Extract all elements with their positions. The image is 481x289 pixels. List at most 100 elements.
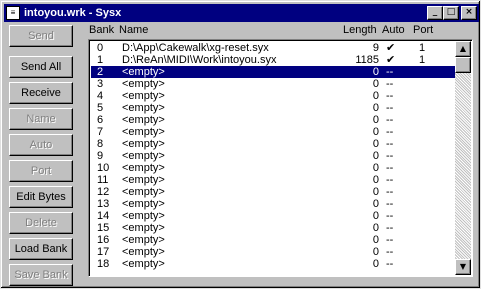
auto-cell: -- xyxy=(386,78,394,90)
length-cell: 0 xyxy=(372,198,379,210)
length-cell: 1185 xyxy=(355,54,379,66)
name-cell: <empty> xyxy=(122,162,165,174)
send-all-button[interactable]: Send All xyxy=(9,56,73,78)
auto-cell: -- xyxy=(386,102,394,114)
bank-cell: 5 xyxy=(97,102,104,114)
name-cell: <empty> xyxy=(122,66,165,78)
header-length: Length xyxy=(343,24,377,36)
auto-cell: -- xyxy=(386,114,394,126)
edit-bytes-button[interactable]: Edit Bytes xyxy=(9,186,73,208)
auto-cell: -- xyxy=(386,138,394,150)
close-button[interactable]: × xyxy=(461,6,477,20)
name-cell: <empty> xyxy=(122,114,165,126)
document-icon[interactable]: ≡ xyxy=(6,6,20,20)
list-item[interactable]: 7 <empty> 0 -- xyxy=(91,126,455,138)
scroll-down-button[interactable]: ▼ xyxy=(455,259,471,275)
bank-cell: 6 xyxy=(97,114,104,126)
bank-cell: 0 xyxy=(97,42,104,54)
list-item[interactable]: 17 <empty> 0 -- xyxy=(91,246,455,258)
name-cell: <empty> xyxy=(122,150,165,162)
length-cell: 0 xyxy=(372,114,379,126)
list-item[interactable]: 16 <empty> 0 -- xyxy=(91,234,455,246)
name-cell: <empty> xyxy=(122,210,165,222)
bank-cell: 4 xyxy=(97,90,104,102)
minimize-button[interactable]: _ xyxy=(427,6,443,20)
name-cell: <empty> xyxy=(122,246,165,258)
list-item[interactable]: 3 <empty> 0 -- xyxy=(91,78,455,90)
auto-cell: -- xyxy=(386,162,394,174)
list-item[interactable]: 12 <empty> 0 -- xyxy=(91,186,455,198)
length-cell: 0 xyxy=(372,102,379,114)
auto-cell: -- xyxy=(386,234,394,246)
auto-cell: ✔ xyxy=(386,54,396,66)
column-headers: Bank Name Length Auto Port xyxy=(89,24,473,38)
bank-cell: 14 xyxy=(97,210,110,222)
length-cell: 0 xyxy=(372,222,379,234)
bank-cell: 15 xyxy=(97,222,110,234)
name-cell: <empty> xyxy=(122,258,165,270)
bank-cell: 13 xyxy=(97,198,110,210)
auto-cell: ✔ xyxy=(386,42,396,54)
auto-cell: -- xyxy=(386,258,394,270)
vertical-scrollbar[interactable]: ▲ ▼ xyxy=(455,41,471,275)
list-item[interactable]: 2 <empty> 0 -- xyxy=(91,66,455,78)
list-item[interactable]: 10 <empty> 0 -- xyxy=(91,162,455,174)
name-button[interactable]: Name xyxy=(9,108,73,130)
scroll-up-button[interactable]: ▲ xyxy=(455,41,471,57)
bank-cell: 8 xyxy=(97,138,104,150)
length-cell: 0 xyxy=(372,150,379,162)
scroll-thumb[interactable] xyxy=(455,57,471,73)
list-item[interactable]: 5 <empty> 0 -- xyxy=(91,102,455,114)
length-cell: 0 xyxy=(372,246,379,258)
length-cell: 0 xyxy=(372,162,379,174)
list-item[interactable]: 4 <empty> 0 -- xyxy=(91,90,455,102)
sysx-window: ≡ intoyou.wrk - Sysx _ □ × Send Send All… xyxy=(0,0,481,289)
port-button[interactable]: Port xyxy=(9,160,73,182)
list-item[interactable]: 0 D:\App\Cakewalk\xg-reset.syx 9 ✔ 1 xyxy=(91,42,455,54)
length-cell: 0 xyxy=(372,210,379,222)
length-cell: 0 xyxy=(372,66,379,78)
list-item[interactable]: 18 <empty> 0 -- xyxy=(91,258,455,270)
name-cell: <empty> xyxy=(122,234,165,246)
auto-cell: -- xyxy=(386,66,394,78)
auto-cell: -- xyxy=(386,174,394,186)
receive-button[interactable]: Receive xyxy=(9,82,73,104)
window-controls: _ □ × xyxy=(427,6,477,20)
length-cell: 0 xyxy=(372,234,379,246)
auto-cell: -- xyxy=(386,186,394,198)
length-cell: 0 xyxy=(372,78,379,90)
name-cell: D:\ReAn\MIDI\Work\intoyou.syx xyxy=(122,54,277,66)
bank-cell: 10 xyxy=(97,162,110,174)
list-item[interactable]: 15 <empty> 0 -- xyxy=(91,222,455,234)
save-bank-button[interactable]: Save Bank xyxy=(9,264,73,286)
title-bar[interactable]: ≡ intoyou.wrk - Sysx _ □ × xyxy=(4,4,479,22)
bank-cell: 17 xyxy=(97,246,110,258)
list-item[interactable]: 1 D:\ReAn\MIDI\Work\intoyou.syx 1185 ✔ 1 xyxy=(91,54,455,66)
bank-cell: 16 xyxy=(97,234,110,246)
list-item[interactable]: 13 <empty> 0 -- xyxy=(91,198,455,210)
bank-cell: 1 xyxy=(97,54,104,66)
list-item[interactable]: 9 <empty> 0 -- xyxy=(91,150,455,162)
auto-cell: -- xyxy=(386,126,394,138)
bank-cell: 3 xyxy=(97,78,104,90)
bank-cell: 12 xyxy=(97,186,110,198)
list-item[interactable]: 11 <empty> 0 -- xyxy=(91,174,455,186)
send-button[interactable]: Send xyxy=(9,25,73,47)
load-bank-button[interactable]: Load Bank xyxy=(9,238,73,260)
bank-cell: 7 xyxy=(97,126,104,138)
bank-cell: 2 xyxy=(97,66,104,78)
list-item[interactable]: 6 <empty> 0 -- xyxy=(91,114,455,126)
auto-button[interactable]: Auto xyxy=(9,134,73,156)
window-title: intoyou.wrk - Sysx xyxy=(24,7,122,19)
list-item[interactable]: 14 <empty> 0 -- xyxy=(91,210,455,222)
length-cell: 0 xyxy=(372,174,379,186)
sysx-bank-list[interactable]: 0 D:\App\Cakewalk\xg-reset.syx 9 ✔ 1 1 D:\ReAn… xyxy=(88,39,473,277)
name-cell: <empty> xyxy=(122,90,165,102)
list-item[interactable]: 8 <empty> 0 -- xyxy=(91,138,455,150)
port-cell: 1 xyxy=(419,54,426,66)
maximize-button[interactable]: □ xyxy=(443,6,459,20)
length-cell: 0 xyxy=(372,126,379,138)
auto-cell: -- xyxy=(386,222,394,234)
bank-cell: 18 xyxy=(97,258,110,270)
delete-button[interactable]: Delete xyxy=(9,212,73,234)
